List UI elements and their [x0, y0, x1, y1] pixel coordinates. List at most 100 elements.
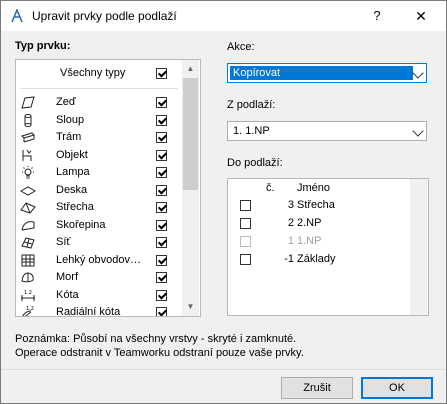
all-types-checkbox[interactable] [156, 68, 167, 79]
floor-number: 2 [287, 217, 294, 229]
floor-name: Střecha [297, 199, 335, 211]
floor-row[interactable]: -1 Základy [228, 251, 418, 268]
shell-icon [21, 220, 35, 230]
mesh-icon [21, 237, 35, 249]
type-row[interactable]: Lampa [16, 163, 186, 182]
to-floor-list: č. Jméno 3 Střecha 2 2.NP 1 1.NP -1 Základy [227, 178, 429, 316]
floor-number: 1 [287, 235, 294, 247]
type-label: Zeď [56, 96, 76, 108]
to-floor-label: Do podlaží: [227, 157, 283, 169]
floor-checkbox [240, 236, 251, 247]
column-header-name[interactable]: Jméno [297, 182, 330, 194]
floor-number: -1 [284, 253, 294, 265]
floor-checkbox[interactable] [240, 218, 251, 229]
type-label: Síť [56, 236, 71, 248]
type-label: Morf [56, 271, 78, 283]
type-row[interactable]: Zeď [16, 93, 186, 112]
floor-list-scrollbar[interactable] [410, 179, 427, 315]
footer-divider [1, 369, 446, 370]
type-row[interactable]: Skořepina [16, 216, 186, 235]
title-bar: Upravit prvky podle podlaží ? ✕ [1, 1, 446, 31]
chevron-down-icon [412, 67, 424, 79]
list-divider [20, 88, 178, 89]
type-checkbox[interactable] [156, 219, 167, 231]
floor-row[interactable]: 2 2.NP [228, 215, 418, 232]
type-checkbox[interactable] [156, 149, 167, 161]
scrollbar-thumb[interactable] [183, 78, 198, 190]
type-label: Skořepina [56, 218, 106, 231]
dialog-window: Upravit prvky podle podlaží ? ✕ Typ prvk… [0, 0, 447, 404]
floor-row[interactable]: 1 1.NP [228, 233, 418, 250]
radial-dimension-icon: 1.2 [22, 306, 34, 316]
type-checkbox[interactable] [156, 202, 167, 213]
floor-checkbox[interactable] [240, 200, 251, 211]
type-checkbox[interactable] [156, 184, 167, 196]
type-checkbox[interactable] [156, 114, 167, 126]
type-checkbox[interactable] [156, 289, 167, 301]
note-line-1: Poznámka: Působí na všechny vrstvy - skr… [15, 333, 297, 345]
floor-checkbox[interactable] [240, 254, 251, 265]
element-type-list: Všechny typy Zeď Sloup Trám Objekt Lampa Desk… [15, 59, 201, 317]
type-row[interactable]: 1.2 Kóta [16, 286, 186, 305]
wall-icon [21, 96, 35, 109]
from-floor-value: 1. 1.NP [233, 125, 270, 137]
svg-text:1.2: 1.2 [24, 290, 32, 296]
note-line-2: Operace odstranit v Teamworku odstraní p… [15, 347, 304, 359]
type-row[interactable]: Střecha [16, 198, 186, 217]
floor-name: 1.NP [297, 235, 322, 247]
floor-name: 2.NP [297, 217, 322, 229]
type-checkbox[interactable] [156, 272, 167, 283]
type-row[interactable]: Sloup [16, 111, 186, 130]
slab-icon [20, 185, 36, 196]
archicad-icon [11, 9, 23, 23]
type-row[interactable]: Deska [16, 181, 186, 200]
type-checkbox[interactable] [156, 307, 167, 316]
type-label: Radiální kóta [56, 306, 121, 317]
type-label: Objekt [56, 148, 88, 161]
action-label: Akce: [227, 41, 255, 53]
type-label: Střecha [56, 201, 94, 213]
element-type-heading: Typ prvku: [15, 40, 71, 52]
scroll-up-arrow[interactable]: ▲ [183, 61, 198, 76]
action-selected-value: Kopírovat [230, 66, 413, 80]
action-dropdown[interactable]: Kopírovat [227, 63, 427, 83]
scroll-down-arrow[interactable]: ▼ [183, 299, 198, 314]
object-icon [22, 149, 32, 161]
type-row[interactable]: 1.2 Radiální kóta [16, 303, 186, 317]
morph-icon [21, 272, 34, 283]
column-header-number[interactable]: č. [266, 182, 275, 194]
ok-button[interactable]: OK [361, 377, 433, 399]
lamp-icon [22, 166, 34, 179]
list-scrollbar[interactable]: ▲ ▼ [182, 60, 199, 316]
type-row[interactable]: Trám [16, 128, 186, 147]
type-label: Lampa [56, 166, 90, 178]
type-row[interactable]: Morf [16, 268, 186, 287]
type-label: Lehký obvodov… [56, 253, 141, 266]
floor-row[interactable]: 3 Střecha [228, 197, 418, 214]
all-types-label: Všechny typy [60, 67, 126, 79]
type-label: Trám [56, 131, 82, 143]
type-row[interactable]: Objekt [16, 146, 186, 165]
column-icon [24, 113, 32, 127]
type-checkbox[interactable] [156, 237, 167, 248]
type-checkbox[interactable] [156, 132, 167, 143]
dimension-icon: 1.2 [21, 290, 35, 301]
type-checkbox[interactable] [156, 167, 167, 178]
type-checkbox[interactable] [156, 254, 167, 266]
all-types-row[interactable]: Všechny typy [16, 64, 186, 83]
from-floor-label: Z podlaží: [227, 99, 276, 111]
floor-number: 3 [287, 199, 294, 211]
type-label: Kóta [56, 288, 79, 301]
roof-icon [20, 202, 36, 214]
curtain-wall-icon [21, 254, 35, 266]
floor-name: Základy [297, 253, 336, 265]
chevron-down-icon [412, 125, 424, 137]
type-row[interactable]: Lehký obvodov… [16, 251, 186, 270]
type-label: Sloup [56, 113, 85, 126]
type-checkbox[interactable] [156, 97, 167, 108]
type-row[interactable]: Síť [16, 233, 186, 252]
from-floor-dropdown[interactable]: 1. 1.NP [227, 121, 427, 141]
close-button[interactable]: ✕ [411, 6, 431, 26]
cancel-button[interactable]: Zrušit [281, 377, 353, 399]
help-button[interactable]: ? [367, 6, 387, 26]
